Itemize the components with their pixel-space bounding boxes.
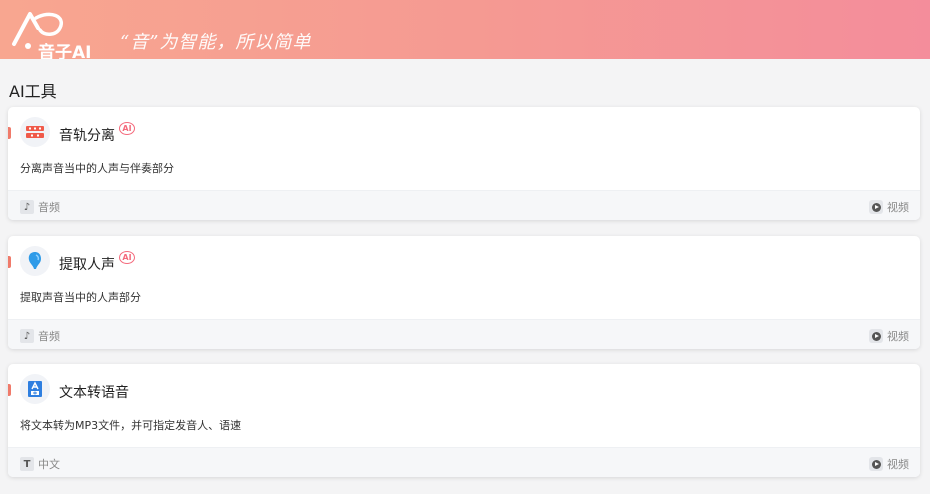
section-title: AI工具 — [9, 82, 57, 101]
card-footer: ♪ 音频 视频 — [8, 190, 920, 220]
music-note-icon: ♪ — [20, 200, 34, 214]
tool-card-track-separation[interactable]: 音轨分离 AI 分离声音当中的人声与伴奏部分 ♪ 音频 视频 — [8, 107, 920, 220]
play-icon — [869, 200, 883, 214]
track-separation-icon — [20, 117, 50, 147]
card-accent — [8, 127, 11, 139]
tool-card-text-to-speech[interactable]: 文本转语音 将文本转为MP3文件，并可指定发音人、语速 T 中文 视频 — [8, 364, 920, 477]
card-footer: T 中文 视频 — [8, 447, 920, 477]
text-t-icon: T — [20, 457, 34, 471]
tool-name: 文本转语音 — [59, 385, 129, 401]
tool-description: 分离声音当中的人声与伴奏部分 — [20, 162, 174, 175]
play-icon — [869, 329, 883, 343]
extract-vocals-icon — [20, 246, 50, 276]
tool-description: 提取声音当中的人声部分 — [20, 291, 141, 304]
video-label: 视频 — [887, 201, 909, 214]
language-label: 中文 — [38, 458, 60, 471]
video-tutorial-link[interactable]: 视频 — [869, 199, 909, 215]
card-accent — [8, 384, 11, 396]
media-type-label: 音频 — [38, 201, 60, 214]
card-footer: ♪ 音频 视频 — [8, 319, 920, 349]
tool-description: 将文本转为MP3文件，并可指定发音人、语速 — [20, 419, 242, 432]
tool-name: 音轨分离 — [59, 128, 115, 144]
slogan: “音”为智能，所以简单 — [120, 32, 312, 53]
video-tutorial-link[interactable]: 视频 — [869, 328, 909, 344]
app-logo[interactable]: 音子AI — [10, 8, 102, 59]
tool-name: 提取人声 — [59, 257, 115, 273]
ai-badge: AI — [119, 122, 135, 135]
text-to-speech-icon — [20, 374, 50, 404]
video-label: 视频 — [887, 458, 909, 471]
video-tutorial-link[interactable]: 视频 — [869, 456, 909, 472]
logo-text: 音子AI — [38, 43, 92, 59]
media-type-tag: ♪ 音频 — [20, 328, 60, 344]
video-label: 视频 — [887, 330, 909, 343]
language-tag: T 中文 — [20, 456, 60, 472]
media-type-label: 音频 — [38, 330, 60, 343]
tool-card-extract-vocals[interactable]: 提取人声 AI 提取声音当中的人声部分 ♪ 音频 视频 — [8, 236, 920, 349]
media-type-tag: ♪ 音频 — [20, 199, 60, 215]
header-banner: 音子AI “音”为智能，所以简单 — [0, 0, 930, 59]
music-note-icon: ♪ — [20, 329, 34, 343]
card-accent — [8, 256, 11, 268]
ai-badge: AI — [119, 251, 135, 264]
play-icon — [869, 457, 883, 471]
